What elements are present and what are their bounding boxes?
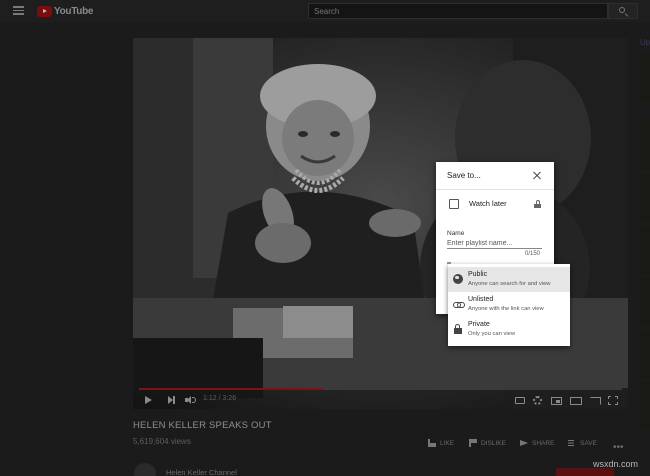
privacy-option-description: Only you can view xyxy=(468,331,516,337)
sidebar-thumbnail[interactable] xyxy=(641,382,650,430)
sidebar-thumbnail[interactable] xyxy=(641,174,650,222)
sidebar-thumbnail[interactable] xyxy=(641,330,650,378)
channel-name[interactable]: Helen Keller Channel xyxy=(166,468,237,476)
like-button[interactable]: LIKE xyxy=(428,437,454,449)
close-icon[interactable] xyxy=(532,170,542,180)
settings-gear-icon[interactable] xyxy=(533,396,542,405)
globe-icon xyxy=(453,274,463,284)
sidebar-thumbnail[interactable] xyxy=(641,121,650,169)
lock-icon xyxy=(534,200,541,208)
more-actions-icon[interactable]: ••• xyxy=(613,442,624,453)
sidebar-thumbnail[interactable] xyxy=(641,54,650,102)
cast-icon[interactable] xyxy=(590,397,601,405)
thumbs-up-icon xyxy=(428,439,436,447)
sidebar-thumbnail[interactable] xyxy=(641,226,650,274)
privacy-dropdown-menu: Public Anyone can search for and view Un… xyxy=(448,264,570,346)
progress-played xyxy=(139,388,323,390)
character-count: 0/150 xyxy=(525,251,541,257)
youtube-play-icon xyxy=(37,5,52,17)
channel-avatar[interactable] xyxy=(134,463,156,476)
view-count: 5,619,604 views xyxy=(133,437,191,446)
subscribe-button[interactable] xyxy=(556,468,614,476)
save-label: SAVE xyxy=(580,439,597,447)
sidebar-thumbnail[interactable] xyxy=(641,278,650,326)
youtube-logo-text: YouTube xyxy=(54,5,94,17)
dislike-label: DISLIKE xyxy=(481,439,506,447)
watch-later-label: Watch later xyxy=(469,199,507,208)
privacy-option-label: Private xyxy=(468,321,490,328)
time-display: 1:12 / 3:26 xyxy=(203,395,237,402)
share-label: SHARE xyxy=(532,439,555,447)
privacy-option-public[interactable]: Public Anyone can search for and view xyxy=(448,267,570,292)
play-icon[interactable] xyxy=(145,396,152,404)
share-button[interactable]: SHARE xyxy=(520,437,554,449)
name-field-label: Name xyxy=(447,230,465,237)
lock-icon xyxy=(453,324,463,334)
search-button[interactable] xyxy=(608,3,638,19)
share-icon xyxy=(520,439,528,447)
player-controls: 1:12 / 3:26 xyxy=(133,393,628,409)
save-button[interactable]: SAVE xyxy=(568,437,597,449)
progress-bar[interactable] xyxy=(139,388,622,390)
divider xyxy=(436,189,554,190)
like-label: LIKE xyxy=(440,439,455,447)
search-icon xyxy=(619,7,625,13)
privacy-option-label: Unlisted xyxy=(468,296,494,303)
privacy-option-description: Anyone can search for and view xyxy=(468,281,551,287)
fullscreen-icon[interactable] xyxy=(608,396,618,405)
privacy-option-description: Anyone with the link can view xyxy=(468,306,544,312)
miniplayer-icon[interactable] xyxy=(551,397,562,405)
dialog-title: Save to... xyxy=(447,171,481,180)
thumbs-down-icon xyxy=(469,439,477,447)
link-icon xyxy=(453,299,465,309)
youtube-logo[interactable]: YouTube xyxy=(37,5,94,17)
dislike-button[interactable]: DISLIKE xyxy=(469,437,506,449)
theater-mode-icon[interactable] xyxy=(570,397,582,405)
privacy-option-unlisted[interactable]: Unlisted Anyone with the link can view xyxy=(448,292,570,317)
search-input[interactable] xyxy=(308,3,608,19)
video-title: HELEN KELLER SPEAKS OUT xyxy=(133,420,272,431)
playlist-name-input[interactable] xyxy=(447,239,542,249)
privacy-option-label: Public xyxy=(468,271,488,278)
hamburger-menu-icon[interactable] xyxy=(13,6,24,15)
watch-later-checkbox[interactable] xyxy=(449,199,459,209)
masthead: YouTube xyxy=(0,0,650,22)
up-next-label: Up xyxy=(640,38,650,47)
playlist-add-icon xyxy=(568,439,576,447)
subtitles-icon[interactable] xyxy=(515,397,525,404)
privacy-option-private[interactable]: Private Only you can view xyxy=(448,317,570,342)
watermark: wsxdn.com xyxy=(593,459,639,469)
